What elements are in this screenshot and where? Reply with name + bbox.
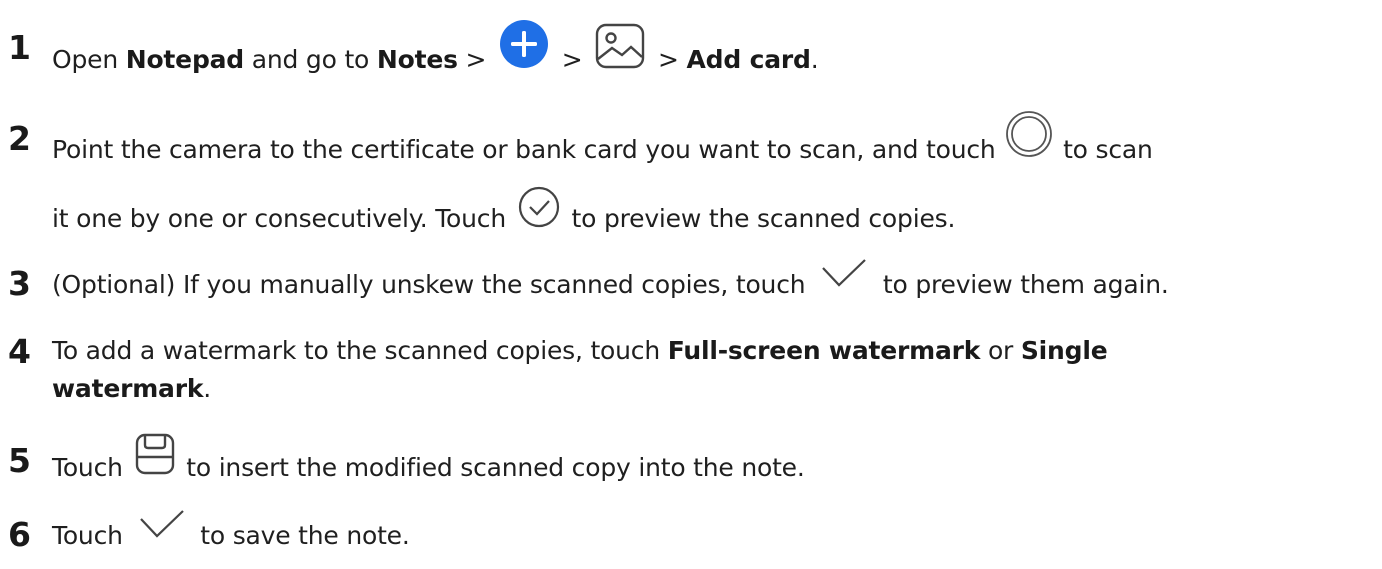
checkmark-icon	[821, 258, 867, 294]
add-card-label: Add card	[686, 45, 811, 74]
app-name: Notepad	[125, 45, 244, 74]
image-icon	[594, 22, 646, 76]
step-text-continued: watermark.	[52, 374, 212, 403]
step-text: Touch to insert the modified scanned cop…	[52, 433, 805, 493]
step-text: Point the camera to the certificate or b…	[52, 111, 1153, 178]
checkmark-icon	[139, 509, 185, 545]
step-text-continued: it one by one or consecutively. Touch to…	[52, 186, 955, 244]
save-icon	[135, 433, 175, 481]
step-text: To add a watermark to the scanned copies…	[52, 336, 1108, 365]
step-number: 5	[8, 441, 31, 480]
step-number: 4	[8, 332, 31, 371]
step-number: 2	[8, 119, 31, 158]
step-number: 3	[8, 264, 31, 303]
full-screen-watermark-label: Full-screen watermark	[667, 336, 981, 365]
menu-notes: Notes	[376, 45, 458, 74]
check-circle-icon	[518, 186, 560, 234]
step-text: Open Notepad and go to Notes > > > Add c…	[52, 20, 819, 90]
step-number: 1	[8, 28, 31, 67]
single-watermark-label: Single	[1020, 336, 1108, 365]
step-text: Touch to save the note.	[52, 510, 410, 555]
shutter-icon	[1005, 110, 1053, 164]
step-text: (Optional) If you manually unskew the sc…	[52, 259, 1169, 304]
plus-circle-icon	[498, 18, 550, 76]
step-number: 6	[8, 515, 31, 554]
